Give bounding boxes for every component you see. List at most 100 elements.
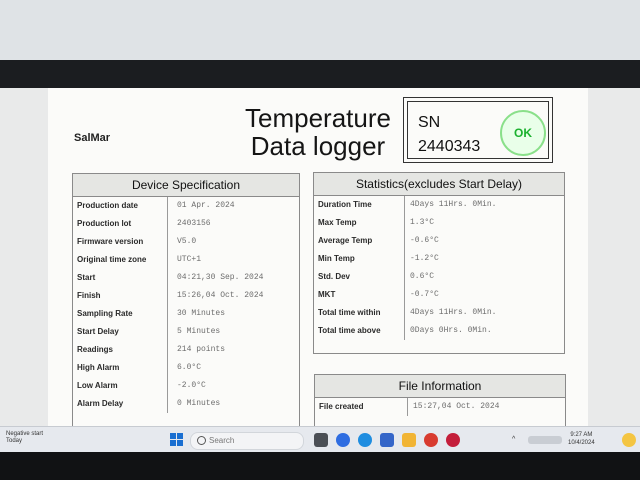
table-row: Std. Dev 0.6°C (314, 268, 564, 286)
copilot-icon[interactable] (336, 433, 350, 447)
search-input[interactable]: Search (190, 432, 304, 450)
row-value: 15:27,04 Oct. 2024 (413, 402, 500, 411)
table-row: MKT -0.7°C (314, 286, 564, 304)
status-badge: OK (500, 110, 546, 156)
row-value: 2403156 (177, 219, 211, 228)
table-row: Production date 01 Apr. 2024 (73, 197, 299, 215)
table-row: Sampling Rate 30 Minutes (73, 305, 299, 323)
file-info-rows: File created 15:27,04 Oct. 2024 (315, 398, 565, 416)
row-label: High Alarm (77, 363, 120, 372)
table-row: Average Temp -0.6°C (314, 232, 564, 250)
row-label: Min Temp (318, 254, 355, 263)
table-row: Max Temp 1.3°C (314, 214, 564, 232)
row-value: 0.6°C (410, 272, 435, 281)
network-volume-battery-icons[interactable] (528, 436, 562, 444)
row-label: Start Delay (77, 327, 119, 336)
row-value: 0 Minutes (177, 399, 221, 408)
sn-label: SN (418, 114, 441, 131)
table-row: Total time within 4Days 11Hrs. 0Min. (314, 304, 564, 322)
app-icon[interactable] (424, 433, 438, 447)
row-value: -1.2°C (410, 254, 439, 263)
row-label: Readings (77, 345, 114, 354)
serial-number-inner: SN 2440343 OK (407, 101, 549, 159)
row-label: File created (319, 402, 364, 411)
row-label: MKT (318, 290, 336, 299)
serial-number-box: SN 2440343 OK (403, 97, 553, 163)
row-value: 0Days 0Hrs. 0Min. (410, 326, 492, 335)
row-value: 4Days 11Hrs. 0Min. (410, 308, 497, 317)
table-row: Readings 214 points (73, 341, 299, 359)
notification-widget[interactable]: Negative start Today (6, 431, 43, 445)
search-placeholder: Search (209, 436, 235, 445)
row-label: Alarm Delay (77, 399, 124, 408)
report-document: SalMar Temperature Data logger SN 244034… (48, 88, 588, 436)
row-label: Start (77, 273, 96, 282)
table-row: High Alarm 6.0°C (73, 359, 299, 377)
row-label: Finish (77, 291, 101, 300)
clock-date: 10/4/2024 (568, 440, 595, 446)
page-title: Temperature Data logger (218, 104, 418, 160)
row-value: 01 Apr. 2024 (177, 201, 235, 210)
table-row: Duration Time 4Days 11Hrs. 0Min. (314, 196, 564, 214)
sn-value: 2440343 (418, 138, 481, 155)
table-row: Min Temp -1.2°C (314, 250, 564, 268)
task-view-icon[interactable] (314, 433, 328, 447)
device-spec-panel: Device Specification Production date 01 A… (72, 173, 300, 430)
row-label: Total time above (318, 326, 381, 335)
notification-line-1: Negative start (6, 431, 44, 437)
row-label: Average Temp (318, 236, 373, 245)
row-value: -0.7°C (410, 290, 439, 299)
background-paper (0, 0, 640, 60)
tray-chevron-icon[interactable]: ^ (512, 436, 515, 443)
notifications-icon[interactable] (622, 433, 636, 447)
table-row: Start Delay 5 Minutes (73, 323, 299, 341)
row-value: 5 Minutes (177, 327, 221, 336)
row-label: Sampling Rate (77, 309, 133, 318)
camera-background-top (0, 0, 640, 88)
brand-label: SalMar (74, 132, 111, 144)
monitor-bezel-bottom (0, 452, 640, 480)
system-clock[interactable]: 9:27 AM 10/4/2024 (568, 431, 595, 447)
row-label: Low Alarm (77, 381, 118, 390)
clock-time: 9:27 AM (570, 432, 593, 438)
statistics-title: Statistics(excludes Start Delay) (314, 173, 564, 196)
row-value: 15:26,04 Oct. 2024 (177, 291, 264, 300)
title-line-2: Data logger (250, 131, 386, 161)
row-label: Production lot (77, 219, 132, 228)
file-explorer-icon[interactable] (402, 433, 416, 447)
device-logo (100, 38, 126, 80)
table-row: Firmware version V5.0 (73, 233, 299, 251)
row-label: Total time within (318, 308, 381, 317)
monitor-screen: SalMar Temperature Data logger SN 244034… (0, 88, 640, 453)
table-row: Original time zone UTC+1 (73, 251, 299, 269)
table-row: Alarm Delay 0 Minutes (73, 395, 299, 413)
statistics-panel: Statistics(excludes Start Delay) Duratio… (313, 172, 565, 354)
statistics-rows: Duration Time 4Days 11Hrs. 0Min. Max Temp 1… (314, 196, 564, 340)
start-button[interactable] (170, 433, 184, 447)
row-value: 1.3°C (410, 218, 435, 227)
edge-icon[interactable] (358, 433, 372, 447)
row-label: Duration Time (318, 200, 372, 209)
row-value: UTC+1 (177, 255, 202, 264)
row-value: 214 points (177, 345, 226, 354)
row-label: Production date (77, 201, 138, 210)
row-value: -0.6°C (410, 236, 439, 245)
windows-taskbar: Negative start Today Search ^ 9:27 AM 10… (0, 426, 640, 453)
table-row: Finish 15:26,04 Oct. 2024 (73, 287, 299, 305)
store-icon[interactable] (380, 433, 394, 447)
table-row: File created 15:27,04 Oct. 2024 (315, 398, 565, 416)
row-value: 6.0°C (177, 363, 202, 372)
row-label: Original time zone (77, 255, 147, 264)
row-value: V5.0 (177, 237, 197, 246)
row-label: Firmware version (77, 237, 144, 246)
search-icon (197, 436, 206, 445)
row-label: Std. Dev (318, 272, 351, 281)
row-value: 4Days 11Hrs. 0Min. (410, 200, 497, 209)
row-label: Max Temp (318, 218, 357, 227)
table-row: Total time above 0Days 0Hrs. 0Min. (314, 322, 564, 340)
table-row: Low Alarm -2.0°C (73, 377, 299, 395)
row-value: 04:21,30 Sep. 2024 (177, 273, 264, 282)
device-spec-rows: Production date 01 Apr. 2024 Production lo… (73, 197, 299, 413)
pdf-reader-icon[interactable] (446, 433, 460, 447)
device-spec-title: Device Specification (73, 174, 299, 197)
